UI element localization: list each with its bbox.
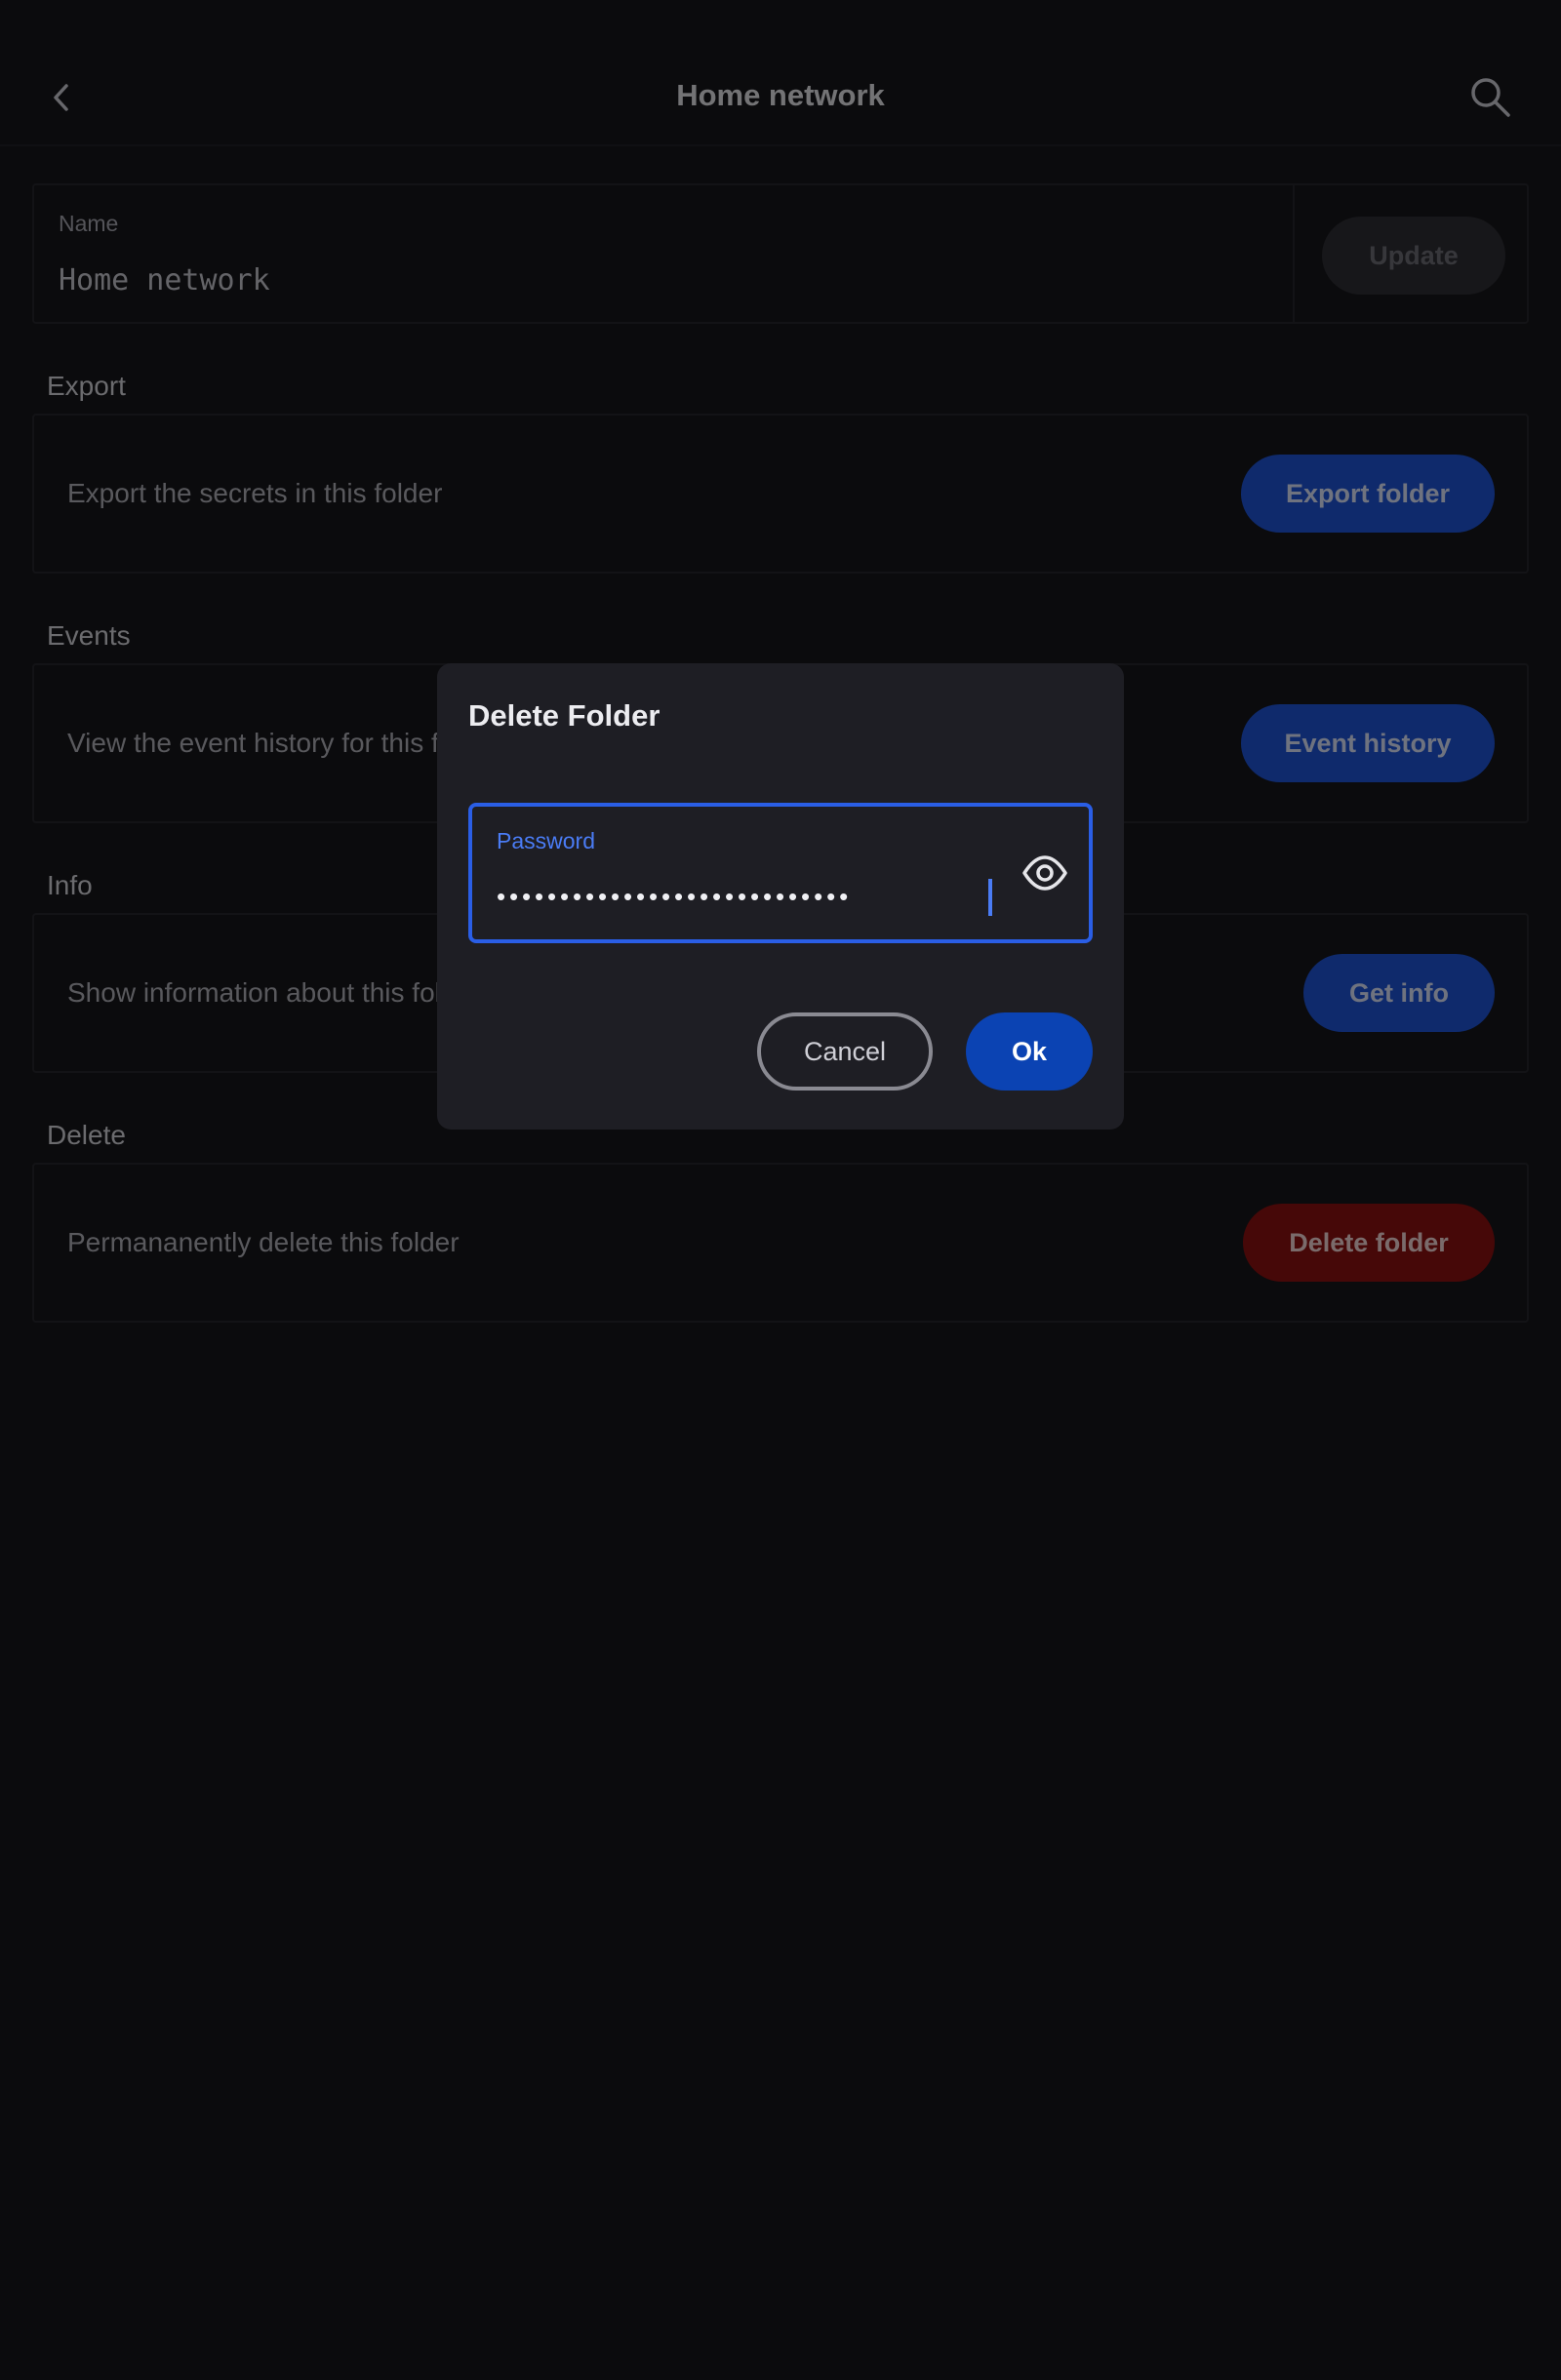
password-input[interactable]: •••••••••••••••••••••••••••• [497,877,852,916]
password-field[interactable]: Password •••••••••••••••••••••••••••• [468,803,1093,943]
folder-settings-screen: Home network Name Home network Update Ex… [0,0,1561,2380]
eye-icon[interactable] [1021,846,1068,900]
delete-folder-dialog: Delete Folder Password •••••••••••••••••… [437,663,1124,1130]
dialog-title: Delete Folder [468,698,660,733]
modal-scrim[interactable] [0,0,1561,2380]
password-field-label: Password [497,828,595,853]
cancel-button[interactable]: Cancel [757,1012,933,1091]
text-caret [988,879,992,916]
ok-button[interactable]: Ok [966,1012,1093,1091]
